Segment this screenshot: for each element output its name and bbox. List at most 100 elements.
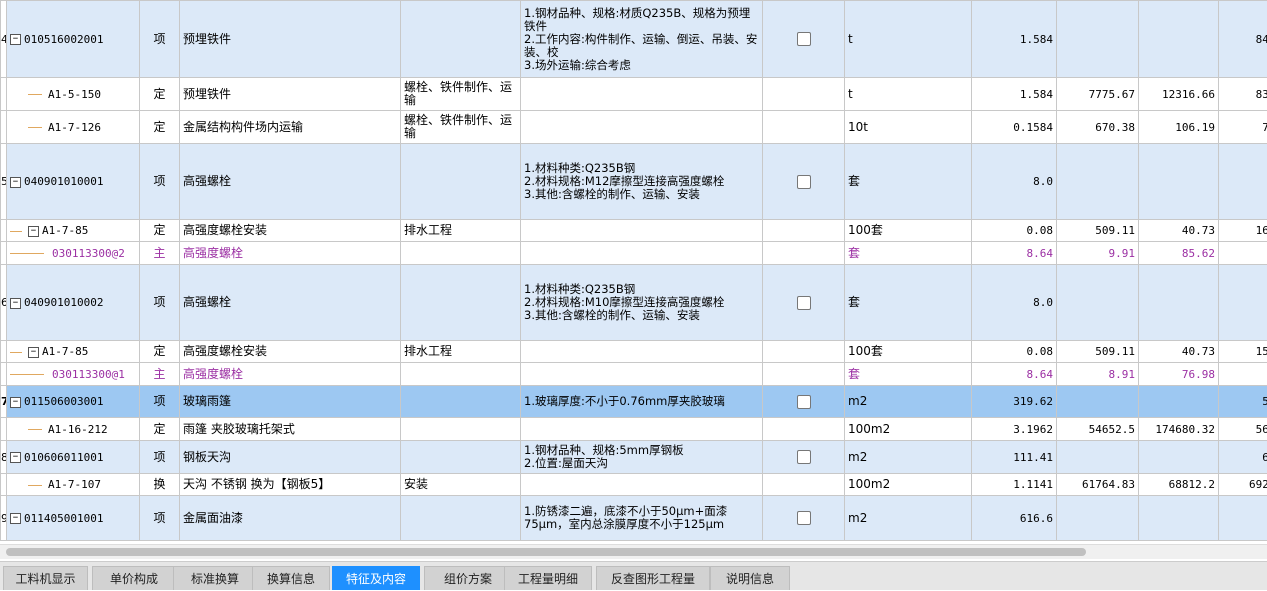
output-checkbox[interactable] xyxy=(797,511,811,525)
unit-price-cell[interactable]: 509.11 xyxy=(1057,220,1139,242)
unit-cell[interactable]: 套 xyxy=(845,242,972,265)
table-row[interactable]: A1-5-150定预埋铁件螺栓、铁件制作、运输t1.5847775.671231… xyxy=(1,78,1267,111)
unit-cell[interactable]: 10t xyxy=(845,111,972,144)
tab-7[interactable]: 工程量明细 xyxy=(504,566,592,590)
total-price-cell[interactable]: 85.62 xyxy=(1139,242,1219,265)
quantity-cell[interactable]: 1.584 xyxy=(972,78,1057,111)
quantity-cell[interactable]: 0.1584 xyxy=(972,111,1057,144)
total-price-cell[interactable] xyxy=(1139,265,1219,341)
composite-price-cell[interactable]: 566.99 xyxy=(1219,386,1267,418)
unit-price-cell[interactable]: 61764.83 xyxy=(1057,474,1139,496)
name-cell[interactable]: 高强螺栓 xyxy=(180,144,401,220)
work-content-cell[interactable] xyxy=(401,418,521,441)
work-content-cell[interactable]: 排水工程 xyxy=(401,341,521,363)
work-content-cell[interactable] xyxy=(401,1,521,78)
kind-cell[interactable]: 项 xyxy=(140,1,180,78)
quantity-cell[interactable]: 1.584 xyxy=(972,1,1057,78)
composite-price-cell[interactable] xyxy=(1219,242,1267,265)
composite-price-cell[interactable]: 15.41 xyxy=(1219,265,1267,341)
composite-price-cell[interactable]: 69267.12 xyxy=(1219,474,1267,496)
feature-cell[interactable] xyxy=(521,363,763,386)
unit-price-cell[interactable] xyxy=(1057,496,1139,541)
quantity-cell[interactable]: 616.6 xyxy=(972,496,1057,541)
collapse-icon[interactable]: − xyxy=(10,34,21,45)
unit-price-cell[interactable] xyxy=(1057,441,1139,474)
output-checkbox[interactable] xyxy=(797,32,811,46)
code-cell[interactable]: −011506003001 xyxy=(7,386,140,418)
total-price-cell[interactable]: 76.98 xyxy=(1139,363,1219,386)
code-cell[interactable]: −A1-7-85 xyxy=(7,220,140,242)
composite-price-cell[interactable]: 16.49 xyxy=(1219,144,1267,220)
scrollbar-thumb[interactable] xyxy=(6,548,1086,556)
name-cell[interactable]: 天沟 不锈钢 换为【钢板5】 xyxy=(180,474,401,496)
kind-cell[interactable]: 定 xyxy=(140,341,180,363)
composite-price-cell[interactable] xyxy=(1219,363,1267,386)
composite-price-cell[interactable]: 8356.82 xyxy=(1219,78,1267,111)
unit-cell[interactable]: 套 xyxy=(845,363,972,386)
tab-8[interactable]: 反查图形工程量 xyxy=(596,566,710,590)
composite-price-cell[interactable]: 1648.71 xyxy=(1219,220,1267,242)
feature-cell[interactable] xyxy=(521,220,763,242)
composite-price-cell[interactable]: 56699.1 xyxy=(1219,418,1267,441)
table-row[interactable]: A1-7-107换天沟 不锈钢 换为【钢板5】安装100m21.11416176… xyxy=(1,474,1267,496)
code-cell[interactable]: −010516002001 xyxy=(7,1,140,78)
name-cell[interactable]: 高强度螺栓 xyxy=(180,363,401,386)
quantity-cell[interactable]: 319.62 xyxy=(972,386,1057,418)
total-price-cell[interactable]: 40.73 xyxy=(1139,341,1219,363)
unit-cell[interactable]: t xyxy=(845,1,972,78)
total-price-cell[interactable]: 68812.2 xyxy=(1139,474,1219,496)
work-content-cell[interactable]: 螺栓、铁件制作、运输 xyxy=(401,78,521,111)
unit-cell[interactable]: t xyxy=(845,78,972,111)
table-row[interactable]: A1-7-126定金属结构构件场内运输螺栓、铁件制作、运输10t0.158467… xyxy=(1,111,1267,144)
name-cell[interactable]: 预埋铁件 xyxy=(180,78,401,111)
quantity-cell[interactable]: 3.1962 xyxy=(972,418,1057,441)
unit-price-cell[interactable]: 509.11 xyxy=(1057,341,1139,363)
table-row[interactable]: 4−010516002001项预埋铁件1.钢材品种、规格:材质Q235B、规格为… xyxy=(1,1,1267,78)
unit-cell[interactable]: 100套 xyxy=(845,220,972,242)
quantity-cell[interactable]: 0.08 xyxy=(972,220,1057,242)
output-checkbox[interactable] xyxy=(797,296,811,310)
kind-cell[interactable]: 定 xyxy=(140,418,180,441)
feature-cell[interactable] xyxy=(521,242,763,265)
kind-cell[interactable]: 换 xyxy=(140,474,180,496)
total-price-cell[interactable] xyxy=(1139,1,1219,78)
kind-cell[interactable]: 项 xyxy=(140,144,180,220)
feature-cell[interactable]: 1.钢材品种、规格:5mm厚钢板 2.位置:屋面天沟 xyxy=(521,441,763,474)
feature-cell[interactable]: 1.材料种类:Q235B钢 2.材料规格:M10摩擦型连接高强度螺栓 3.其他:… xyxy=(521,265,763,341)
name-cell[interactable]: 金属结构构件场内运输 xyxy=(180,111,401,144)
name-cell[interactable]: 高强度螺栓安装 xyxy=(180,220,401,242)
tab-6[interactable]: 组价方案 xyxy=(424,566,512,590)
kind-cell[interactable]: 项 xyxy=(140,496,180,541)
collapse-icon[interactable]: − xyxy=(10,177,21,188)
composite-price-cell[interactable]: 8435.55 xyxy=(1219,1,1267,78)
work-content-cell[interactable]: 安装 xyxy=(401,474,521,496)
code-cell[interactable]: −040901010002 xyxy=(7,265,140,341)
unit-cell[interactable]: 100套 xyxy=(845,341,972,363)
quantity-cell[interactable]: 8.0 xyxy=(972,265,1057,341)
feature-cell[interactable]: 1.钢材品种、规格:材质Q235B、规格为预埋铁件 2.工作内容:构件制作、运输… xyxy=(521,1,763,78)
code-cell[interactable]: A1-7-107 xyxy=(7,474,140,496)
tab-5[interactable]: 特征及内容 xyxy=(332,566,420,590)
table-row[interactable]: −A1-7-85定高强度螺栓安装排水工程100套0.08509.1140.731… xyxy=(1,341,1267,363)
collapse-icon[interactable]: − xyxy=(10,452,21,463)
unit-cell[interactable]: m2 xyxy=(845,496,972,541)
quantity-cell[interactable]: 8.0 xyxy=(972,144,1057,220)
total-price-cell[interactable] xyxy=(1139,496,1219,541)
code-cell[interactable]: −010606011001 xyxy=(7,441,140,474)
work-content-cell[interactable] xyxy=(401,386,521,418)
work-content-cell[interactable] xyxy=(401,265,521,341)
horizontal-scrollbar[interactable] xyxy=(0,544,1267,559)
total-price-cell[interactable] xyxy=(1139,441,1219,474)
table-row[interactable]: 9−011405001001项金属面油漆1.防锈漆二遍，底漆不小于50μm+面漆… xyxy=(1,496,1267,541)
work-content-cell[interactable]: 排水工程 xyxy=(401,220,521,242)
table-row[interactable]: 030113300@2主高强度螺栓套8.649.9185.62 xyxy=(1,242,1267,265)
kind-cell[interactable]: 定 xyxy=(140,220,180,242)
unit-price-cell[interactable] xyxy=(1057,1,1139,78)
tab-1[interactable]: 工料机显示 xyxy=(3,566,88,590)
unit-price-cell[interactable]: 8.91 xyxy=(1057,363,1139,386)
collapse-icon[interactable]: − xyxy=(10,397,21,408)
unit-price-cell[interactable]: 7775.67 xyxy=(1057,78,1139,111)
unit-cell[interactable]: 套 xyxy=(845,144,972,220)
unit-price-cell[interactable] xyxy=(1057,386,1139,418)
composite-price-cell[interactable]: 692.67 xyxy=(1219,441,1267,474)
